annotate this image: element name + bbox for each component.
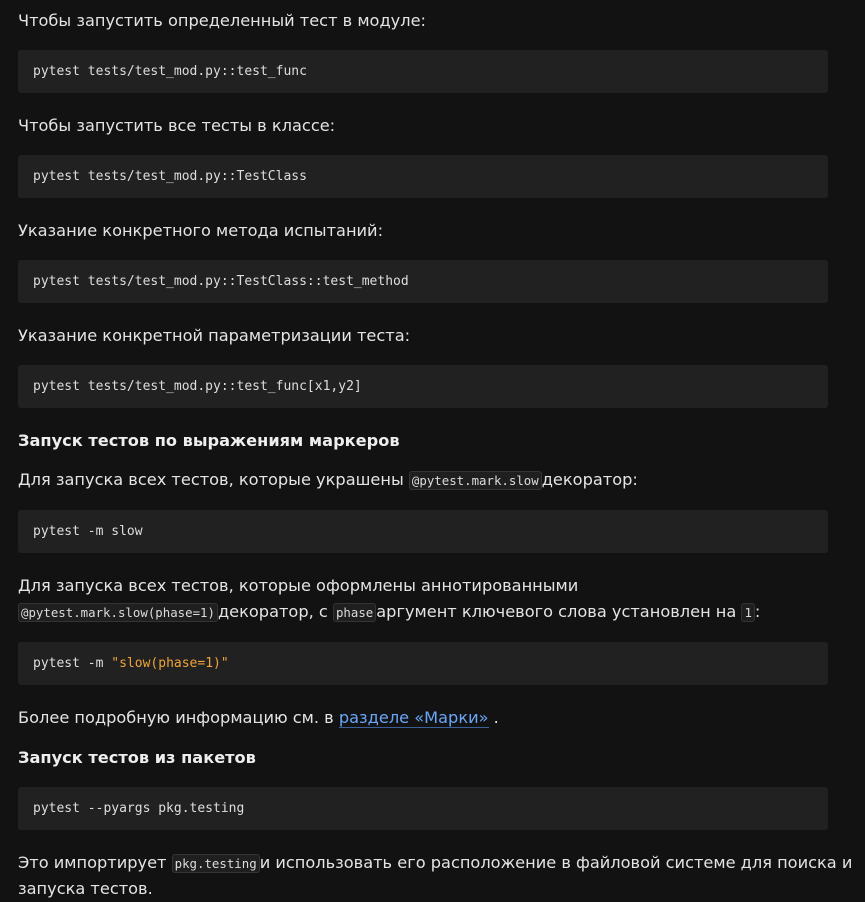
heading-packages: Запуск тестов из пакетов [18,748,256,767]
paragraph-run-tests-in-class: Чтобы запустить все тесты в классе: [18,116,336,135]
paragraph-parametrization: Указание конкретной параметризации теста… [18,326,411,345]
inline-code-one: 1 [741,603,755,622]
code-command: pytest -m [33,656,112,671]
heading-marker-expressions: Запуск тестов по выражениям маркеров [18,431,400,450]
paragraph-run-test-in-module: Чтобы запустить определенный тест в моду… [18,11,426,30]
paragraph-annotated-marker-line1: Для запуска всех тестов, которые оформле… [18,576,579,595]
documentation-page: Чтобы запустить определенный тест в моду… [0,0,865,902]
paragraph-text: Для запуска всех тестов, которые украшен… [18,470,409,489]
paragraph-text: Это импортирует [18,853,172,872]
paragraph-text: декоратор, с [217,602,333,621]
paragraph-text: аргумент ключевого слова установлен на [376,602,742,621]
inline-code-pkg-testing: pkg.testing [171,854,260,873]
code-block-pyargs: pytest --pyargs pkg.testing [18,787,828,830]
inline-code-slow-phase: @pytest.mark.slow(phase=1) [18,603,218,622]
inline-code-phase: phase [332,603,377,622]
code-block-parametrized: pytest tests/test_mod.py::test_func[x1,y… [18,365,828,408]
code-block-test-func: pytest tests/test_mod.py::test_func [18,50,828,93]
paragraph-marks-info: Более подробную информацию см. в разделе… [18,705,499,731]
paragraph-text: и использовать его расположение в файлов… [259,853,853,872]
code-block-test-class: pytest tests/test_mod.py::TestClass [18,155,828,198]
code-string: "slow(phase=1)" [111,656,229,671]
paragraph-specific-method: Указание конкретного метода испытаний: [18,221,384,240]
inline-code-slow-marker: @pytest.mark.slow [408,471,542,490]
paragraph-text: декоратор: [541,470,638,489]
paragraph-pkg-testing-line2: запуска тестов. [18,879,153,898]
paragraph-text: Более подробную информацию см. в [18,708,339,727]
code-block-test-method: pytest tests/test_mod.py::TestClass::tes… [18,260,828,303]
paragraph-text: . [488,708,499,727]
paragraph-pkg-testing-line1: Это импортирует pkg.testing и использоват… [18,850,852,877]
link-marks-section[interactable]: разделе «Марки» [338,708,489,728]
paragraph-slow-marker: Для запуска всех тестов, которые украшен… [18,467,638,494]
code-block-m-slow: pytest -m slow [18,510,828,553]
paragraph-annotated-marker-line2: @pytest.mark.slow(phase=1) декоратор, с p… [18,599,760,626]
paragraph-text: : [754,602,761,621]
code-block-m-slow-phase: pytest -m "slow(phase=1)" [18,642,828,685]
